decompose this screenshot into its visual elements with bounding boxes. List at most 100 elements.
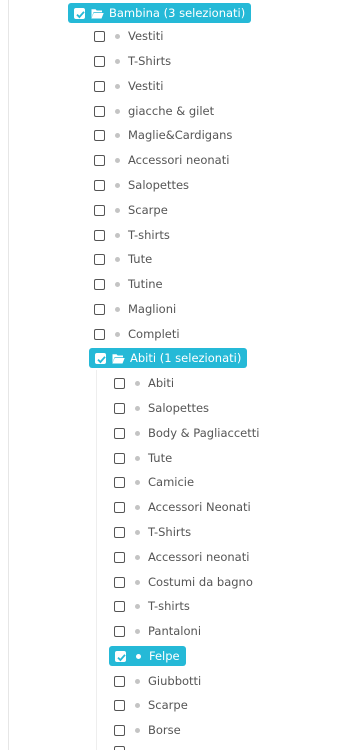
tree-item-label: Vestiti <box>128 29 164 43</box>
checkbox[interactable] <box>94 30 105 42</box>
bullet-icon <box>115 331 120 337</box>
bullet-icon <box>115 108 120 114</box>
checkbox[interactable] <box>114 452 125 464</box>
tree-item-label: Borse <box>148 723 181 737</box>
checkbox[interactable] <box>114 427 125 439</box>
tree-item-label: giacche & gilet <box>128 104 215 118</box>
tree-item[interactable]: Tute <box>94 249 152 269</box>
bullet-icon <box>115 132 120 138</box>
checkbox[interactable] <box>114 476 125 488</box>
tree-item[interactable]: Maglioni <box>94 299 176 319</box>
checkbox[interactable] <box>114 625 125 637</box>
tree-item[interactable]: Tute <box>114 448 172 468</box>
bullet-icon <box>135 702 140 708</box>
tree-item[interactable]: Salopettes <box>94 175 189 195</box>
checkbox[interactable] <box>114 746 125 750</box>
tree-item[interactable]: T-Shirts <box>114 522 191 542</box>
checkbox[interactable] <box>114 526 125 538</box>
checkbox[interactable] <box>94 229 105 241</box>
checkbox-checked[interactable] <box>74 7 85 19</box>
tree-item[interactable]: Abiti <box>114 373 174 393</box>
bullet-icon <box>135 504 140 510</box>
checkbox[interactable] <box>114 675 125 687</box>
bullet-icon <box>115 157 120 163</box>
tree-item-label: Accessori Neonati <box>148 500 251 514</box>
checkbox[interactable] <box>114 551 125 563</box>
bullet-icon <box>136 653 141 659</box>
tree-item-label: Scarpe <box>148 698 188 712</box>
tree-item[interactable]: Camicie <box>114 472 194 492</box>
checkbox[interactable] <box>94 80 105 92</box>
bullet-icon <box>135 727 140 733</box>
checkbox[interactable] <box>94 129 105 141</box>
tree-item[interactable]: Scarpe <box>94 200 168 220</box>
tree-item[interactable]: Body & Pagliaccetti <box>114 423 259 443</box>
checkbox-checked[interactable] <box>115 650 126 662</box>
tree-item[interactable]: T-shirts <box>114 596 190 616</box>
tree-item-label: Salopettes <box>128 178 190 192</box>
tree-item[interactable]: T-Shirts <box>94 51 171 71</box>
checkbox[interactable] <box>94 278 105 290</box>
tree-item-label: Tute <box>128 252 153 266</box>
bullet-icon <box>115 182 120 188</box>
checkbox[interactable] <box>94 154 105 166</box>
checkbox[interactable] <box>114 377 125 389</box>
tree-item[interactable]: Accessori Neonati <box>114 497 251 517</box>
checkbox[interactable] <box>94 303 105 315</box>
bullet-icon <box>135 603 140 609</box>
bullet-icon <box>135 579 140 585</box>
bullet-icon <box>115 281 120 287</box>
bullet-icon <box>115 207 120 213</box>
tree-item-label: Maglie&Cardigans <box>128 128 233 142</box>
tree-item-label: Body & Pagliaccetti <box>148 426 260 440</box>
folder-open-icon <box>112 353 125 364</box>
tree-item-selected[interactable]: Felpe <box>109 646 186 666</box>
bullet-icon <box>135 380 140 386</box>
bullet-icon <box>115 33 120 39</box>
checkbox[interactable] <box>94 253 105 265</box>
tree-item[interactable]: Vestiti <box>94 26 163 46</box>
tree-item[interactable]: giacche & gilet <box>94 101 214 121</box>
tree-item[interactable]: Giubbotti <box>114 671 201 691</box>
tree-item[interactable]: Accessori neonati <box>94 150 229 170</box>
tree-item-label: Camicie <box>148 475 195 489</box>
tree-item-label: T-shirts <box>128 228 170 242</box>
tree-item[interactable]: Accessori neonati <box>114 547 249 567</box>
checkbox[interactable] <box>94 204 105 216</box>
tree-item[interactable]: Costumi da bagno <box>114 572 253 592</box>
tree-item-label: Costumi da bagno <box>148 575 253 589</box>
checkbox[interactable] <box>114 600 125 612</box>
bullet-icon <box>135 479 140 485</box>
tree-node-bambina[interactable]: Bambina (3 selezionati) <box>68 3 252 23</box>
checkbox[interactable] <box>114 402 125 414</box>
tree-item[interactable]: Pantaloni <box>114 621 201 641</box>
tree-item-label: Accessori neonati <box>148 550 250 564</box>
tree-item[interactable]: Borse <box>114 720 181 740</box>
bullet-icon <box>115 232 120 238</box>
checkbox[interactable] <box>114 724 125 736</box>
checkbox-checked[interactable] <box>95 352 106 364</box>
bullet-icon <box>135 430 140 436</box>
checkbox[interactable] <box>114 699 125 711</box>
checkbox[interactable] <box>94 55 105 67</box>
checkbox[interactable] <box>94 328 105 340</box>
tree-guide-line <box>96 370 97 750</box>
tree-item-label: Pantaloni <box>148 624 202 638</box>
tree-item-label: Accessori neonati <box>128 153 230 167</box>
tree-item[interactable]: Completi <box>94 324 180 344</box>
checkbox[interactable] <box>114 576 125 588</box>
tree-item-label: Scarpe <box>128 203 168 217</box>
tree-item-label: Completi <box>128 327 180 341</box>
tree-item-label: Maglioni <box>128 302 177 316</box>
checkbox[interactable] <box>114 501 125 513</box>
tree-item[interactable]: Salopettes <box>114 398 209 418</box>
checkbox[interactable] <box>94 179 105 191</box>
tree-item[interactable]: Vestiti <box>94 76 163 96</box>
tree-item[interactable]: Maglie&Cardigans <box>94 125 232 145</box>
checkbox[interactable] <box>94 105 105 117</box>
tree-node-abiti[interactable]: Abiti (1 selezionati) <box>89 348 248 368</box>
tree-item-label: T-Shirts <box>148 525 192 539</box>
tree-item[interactable]: Scarpe <box>114 695 188 715</box>
tree-item[interactable]: T-shirts <box>94 225 170 245</box>
tree-item[interactable]: Tutine <box>94 274 163 294</box>
